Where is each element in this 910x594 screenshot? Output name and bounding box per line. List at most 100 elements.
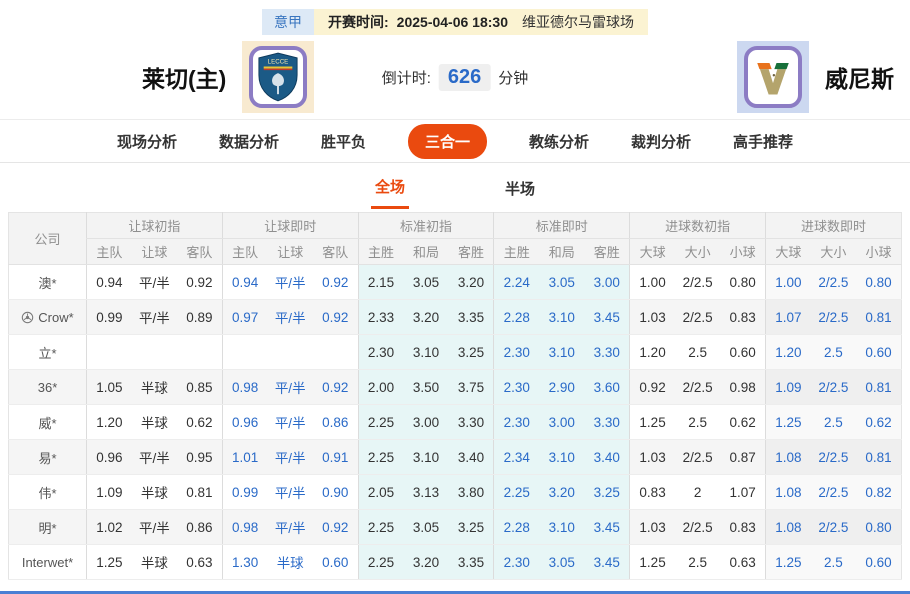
header-standard-live-col-0: 主胜 [493,238,540,265]
odds-cell-standard-initial: 3.10 [403,334,449,370]
odds-cell-goals-live: 0.60 [856,544,902,580]
odds-cell-handicap-live: 平/半 [267,509,313,545]
odds-cell-goals-live: 0.81 [856,369,902,405]
team-header: 莱切(主) LECCE 倒计时: 626 分钟 威尼斯 [0,35,910,119]
odds-cell-standard-initial: 3.20 [403,544,449,580]
header-handicap-initial-col-1: 让球 [131,238,178,265]
odds-cell-goals-live: 0.81 [856,439,902,475]
odds-cell-standard-live: 2.34 [493,439,540,475]
odds-cell-standard-live: 2.30 [493,544,540,580]
odds-cell-goals-live: 1.08 [764,474,811,510]
odds-cell-goals-initial: 0.83 [629,474,675,510]
header-group-standard-live: 标准即时 [493,212,630,239]
odds-cell-handicap-live: 0.97 [221,299,268,335]
odds-cell-handicap-live: 0.86 [312,404,359,440]
nav-tab-live-analysis[interactable]: 现场分析 [117,131,177,152]
odds-cell-standard-initial: 2.25 [357,544,404,580]
odds-cell-handicap-initial: 半球 [131,544,178,580]
odds-cell-goals-live: 2/2.5 [810,264,857,300]
odds-cell-handicap-live: 0.60 [312,544,359,580]
odds-cell-handicap-live: 1.01 [221,439,268,475]
odds-cell-handicap-live: 平/半 [267,369,313,405]
odds-cell-handicap-live: 0.98 [221,369,268,405]
odds-cell-standard-live: 3.45 [584,509,630,545]
odds-table-wrap: 公司 让球初指 让球即时 标准初指 标准即时 进球数初指 进球数即时 主队 让球 客队 主队 让球 客队… [8,212,902,580]
odds-cell-standard-live: 3.30 [584,334,630,370]
countdown-label: 倒计时: [381,69,431,87]
odds-cell-handicap-initial: 0.92 [177,264,223,300]
company-cell: 易* [8,439,87,475]
odds-cell-handicap-initial: 半球 [131,474,178,510]
odds-cell-handicap-live: 平/半 [267,404,313,440]
company-cell: Interwet* [8,544,87,580]
odds-cell-goals-live: 1.09 [764,369,811,405]
league-badge[interactable]: 意甲 [262,9,314,35]
odds-cell-standard-live: 3.05 [539,544,585,580]
nav-tab-data-analysis[interactable]: 数据分析 [219,131,279,152]
company-cell: 立* [8,334,87,370]
odds-cell-standard-initial: 3.30 [448,404,494,440]
nav-tab-expert-picks[interactable]: 高手推荐 [733,131,793,152]
odds-cell-handicap-live: 1.30 [221,544,268,580]
odds-cell-standard-initial: 3.10 [403,439,449,475]
header-group-handicap-initial: 让球初指 [86,212,223,239]
odds-cell-handicap-initial: 0.94 [85,264,132,300]
odds-cell-goals-initial: 2/2.5 [674,439,721,475]
odds-cell-standard-initial: 3.35 [448,299,494,335]
odds-cell-handicap-initial: 0.81 [177,474,223,510]
nav-tab-coach-analysis[interactable]: 教练分析 [529,131,589,152]
odds-cell-standard-live: 3.00 [584,264,630,300]
odds-cell-handicap-live: 0.90 [312,474,359,510]
odds-cell-handicap-live: 平/半 [267,439,313,475]
odds-cell-standard-initial: 3.35 [448,544,494,580]
odds-cell-handicap-initial: 0.95 [177,439,223,475]
company-cell: Crow* [8,299,87,335]
table-row: 明* 1.02 平/半 0.86 0.98 平/半 0.92 2.25 3.05 3.25 2.28… [8,509,902,545]
company-cell: 威* [8,404,87,440]
subtab-full-match[interactable]: 全场 [370,170,409,209]
odds-cell-handicap-initial: 0.89 [177,299,223,335]
odds-cell-handicap-live: 平/半 [267,264,313,300]
odds-cell-standard-live: 2.28 [493,509,540,545]
subtab-half-match[interactable]: 半场 [501,172,539,208]
odds-cell-handicap-live [312,334,359,370]
odds-cell-goals-live: 1.08 [764,439,811,475]
countdown-unit: 分钟 [498,69,529,87]
odds-cell-standard-live: 2.30 [493,404,540,440]
odds-cell-goals-initial: 2/2.5 [674,264,721,300]
odds-cell-standard-live: 3.40 [584,439,630,475]
kickoff-time: 2025-04-06 18:30 [396,14,508,30]
company-cell: 伟* [8,474,87,510]
odds-cell-goals-initial: 1.20 [629,334,675,370]
odds-cell-standard-live: 3.30 [584,404,630,440]
odds-cell-handicap-initial: 平/半 [131,299,178,335]
odds-cell-standard-initial: 2.25 [357,509,404,545]
odds-cell-goals-initial: 1.00 [629,264,675,300]
odds-cell-goals-initial: 2/2.5 [674,299,721,335]
nav-tab-referee-analysis[interactable]: 裁判分析 [631,131,691,152]
odds-cell-goals-initial: 2 [674,474,721,510]
odds-cell-handicap-live: 0.92 [312,264,359,300]
odds-cell-goals-live: 2.5 [810,404,857,440]
nav-tab-win-draw-loss[interactable]: 胜平负 [321,131,366,152]
odds-cell-handicap-initial: 1.09 [85,474,132,510]
match-info-bar: 意甲 开赛时间: 2025-04-06 18:30 维亚德尔马雷球场 [0,9,910,35]
odds-cell-goals-live: 1.07 [764,299,811,335]
odds-cell-handicap-initial: 1.05 [85,369,132,405]
odds-cell-standard-initial: 3.20 [448,264,494,300]
odds-cell-standard-live: 3.10 [539,299,585,335]
header-handicap-live-col-1: 让球 [267,238,313,265]
odds-cell-handicap-initial: 半球 [131,404,178,440]
countdown: 倒计时: 626 分钟 [381,63,529,91]
odds-cell-goals-initial: 2.5 [674,334,721,370]
odds-cell-standard-initial: 3.05 [403,509,449,545]
odds-cell-goals-initial: 0.87 [720,439,766,475]
odds-cell-goals-live: 1.25 [764,544,811,580]
header-group-goals-initial: 进球数初指 [629,212,766,239]
odds-cell-goals-live: 2/2.5 [810,299,857,335]
odds-cell-goals-initial: 1.25 [629,404,675,440]
odds-cell-handicap-initial: 0.85 [177,369,223,405]
nav-tab-three-in-one[interactable]: 三合一 [407,123,487,159]
odds-cell-goals-initial: 0.63 [720,544,766,580]
odds-cell-standard-live: 3.05 [539,264,585,300]
